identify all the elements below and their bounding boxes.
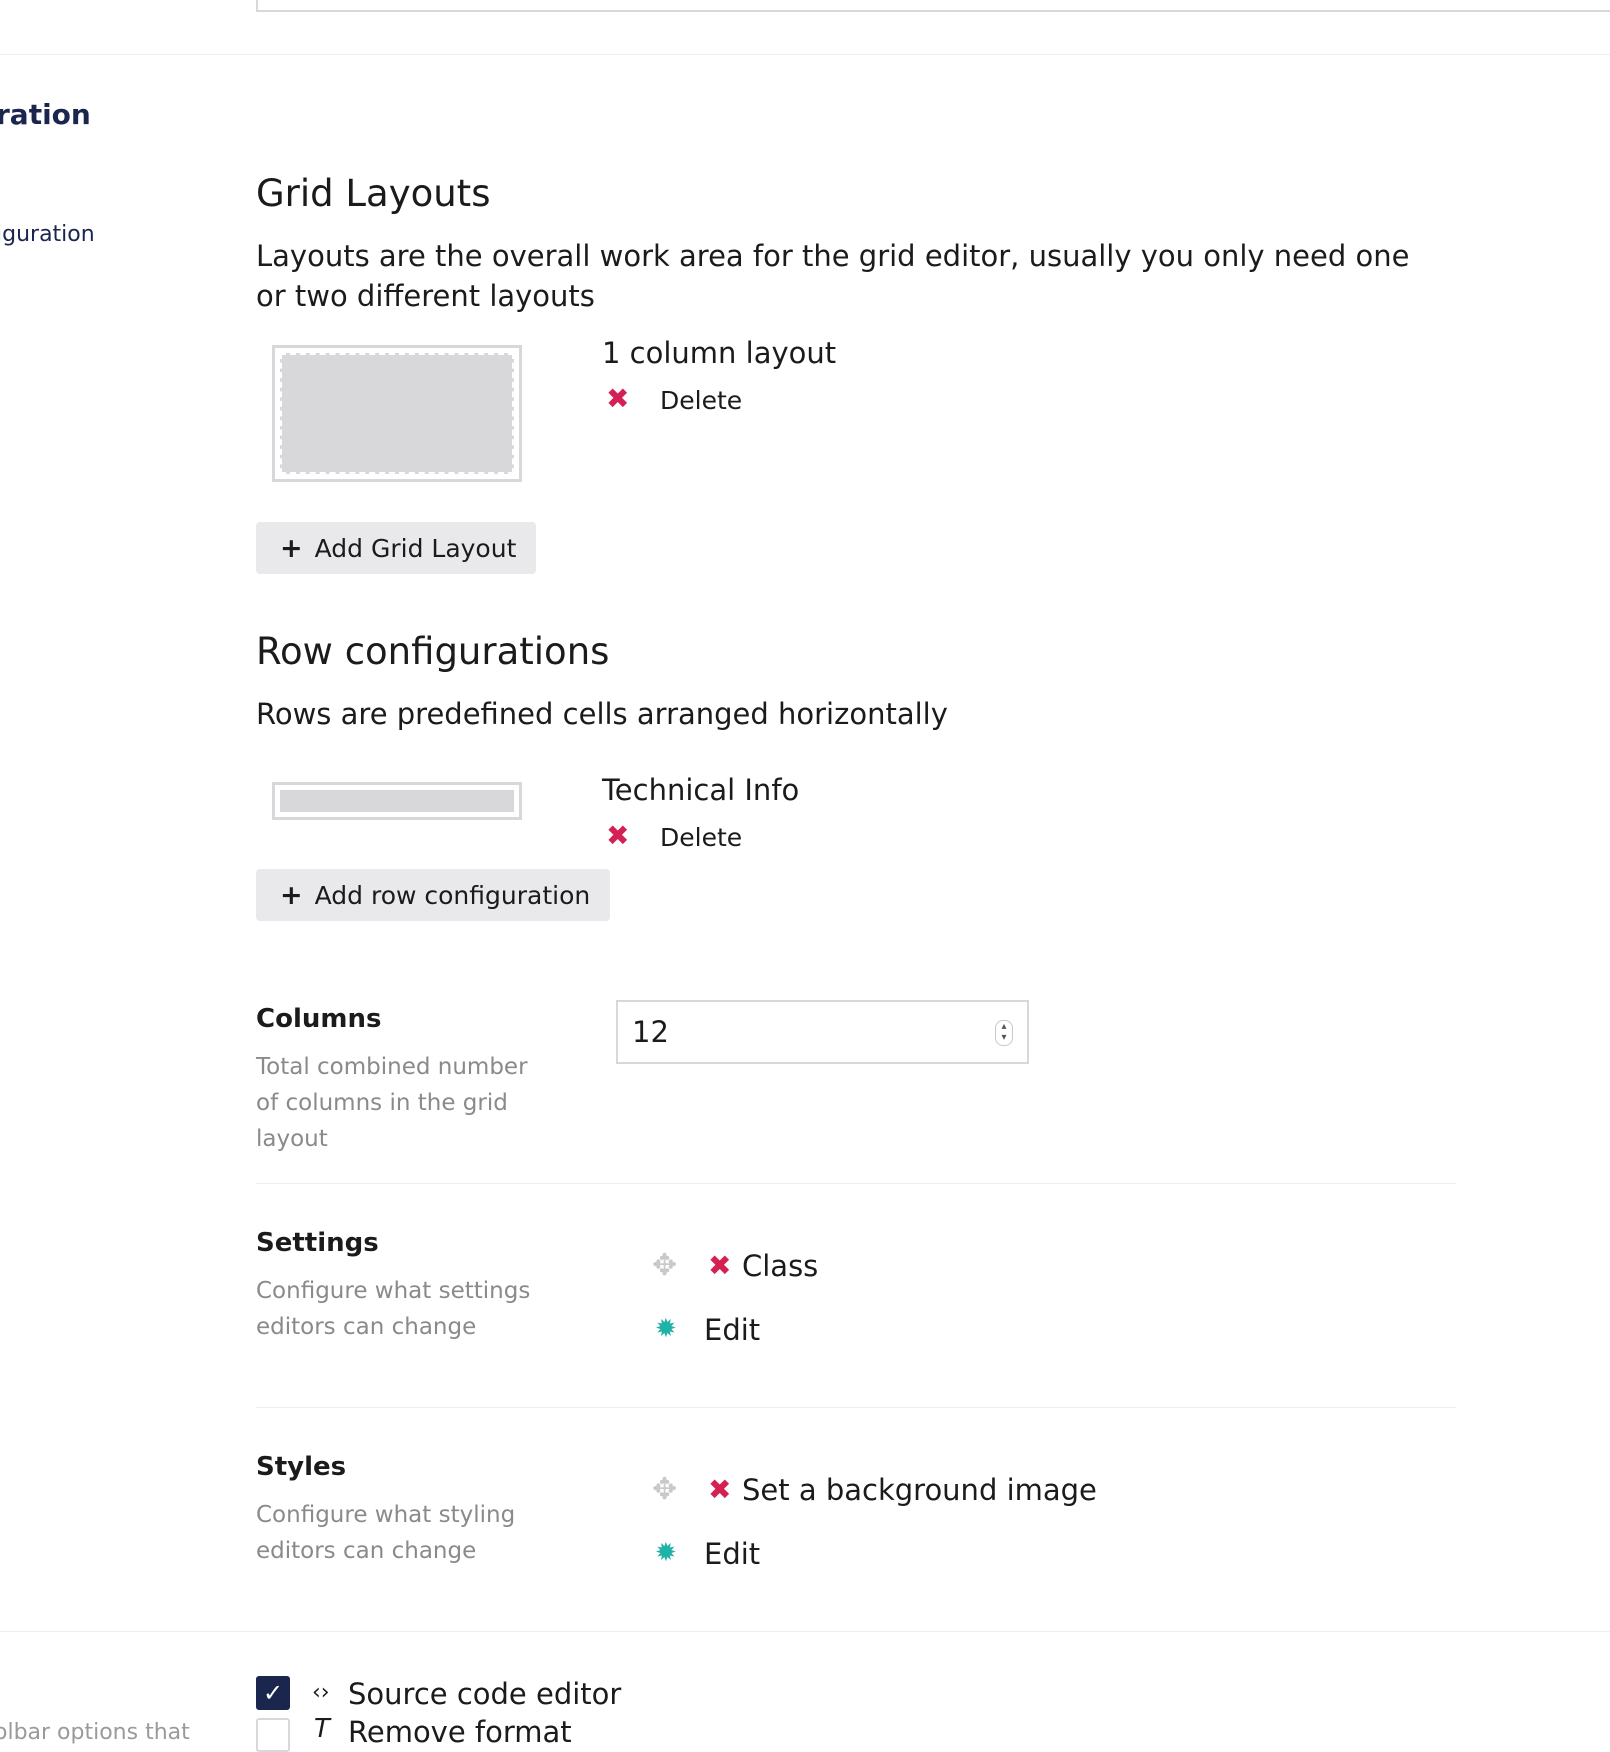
code-icon: ‹›: [312, 1680, 330, 1705]
plus-icon: +: [280, 532, 303, 564]
row-configuration-name[interactable]: Technical Info: [602, 773, 799, 807]
add-row-configuration-button[interactable]: + Add row configuration: [256, 869, 611, 921]
styles-label: Styles: [256, 1452, 347, 1482]
settings-edit-button[interactable]: Edit: [704, 1313, 760, 1347]
top-input-frame: [256, 0, 1610, 12]
delete-icon[interactable]: ✖: [606, 385, 629, 413]
top-divider: [0, 54, 1610, 55]
delete-icon[interactable]: ✖: [708, 1476, 731, 1504]
source-code-checkbox[interactable]: ✓: [256, 1676, 290, 1710]
styles-item-background-image: Set a background image: [742, 1473, 1097, 1507]
row-configuration-thumbnail[interactable]: [272, 782, 522, 820]
grid-layout-name[interactable]: 1 column layout: [602, 336, 836, 370]
remove-format-checkbox[interactable]: [256, 1718, 290, 1752]
gear-icon[interactable]: ✹: [655, 1314, 677, 1344]
styles-edit-button[interactable]: Edit: [704, 1537, 760, 1571]
grid-layouts-description: Layouts are the overall work area for th…: [256, 239, 1410, 313]
toolbar-options-description: olbar options that: [0, 1720, 190, 1745]
columns-number-input[interactable]: 12 ▴ ▾: [616, 1000, 1029, 1064]
settings-label: Settings: [256, 1228, 379, 1258]
settings-description: Configure what settings editors can chan…: [256, 1278, 531, 1340]
grid-layouts-title: Grid Layouts: [256, 172, 491, 215]
styles-description: Configure what styling editors can chang…: [256, 1502, 516, 1564]
sidebar-subitem[interactable]: iguration: [0, 222, 95, 247]
add-row-configuration-label: Add row configuration: [314, 880, 591, 910]
row-configurations-description: Rows are predefined cells arranged horiz…: [256, 697, 948, 731]
delete-icon[interactable]: ✖: [708, 1252, 731, 1280]
move-icon[interactable]: ✥: [652, 1472, 677, 1507]
grid-layout-cell: [280, 353, 514, 474]
gear-icon[interactable]: ✹: [655, 1538, 677, 1568]
columns-value: 12: [632, 1015, 669, 1049]
number-spinner-icon[interactable]: ▴ ▾: [995, 1020, 1013, 1046]
grid-layout-delete-button[interactable]: Delete: [660, 386, 742, 415]
divider: [256, 1407, 1456, 1408]
source-code-label: Source code editor: [348, 1677, 622, 1711]
divider: [0, 1631, 1610, 1632]
check-icon: ✓: [262, 1679, 284, 1707]
grid-layout-thumbnail[interactable]: [272, 345, 522, 482]
divider: [256, 1183, 1456, 1184]
settings-item-class: Class: [742, 1249, 819, 1283]
columns-label: Columns: [256, 1004, 382, 1034]
row-configuration-delete-button[interactable]: Delete: [660, 823, 742, 852]
plus-icon: +: [280, 879, 303, 911]
add-grid-layout-button[interactable]: + Add Grid Layout: [256, 522, 537, 574]
row-configuration-cell: [280, 790, 514, 812]
add-grid-layout-label: Add Grid Layout: [314, 533, 517, 563]
move-icon[interactable]: ✥: [652, 1248, 677, 1283]
row-configurations-title: Row configurations: [256, 630, 610, 673]
columns-description: Total combined number of columns in the …: [256, 1054, 528, 1152]
delete-icon[interactable]: ✖: [606, 822, 629, 850]
remove-format-label: Remove format: [348, 1715, 572, 1749]
sidebar-heading: ration: [0, 98, 91, 131]
